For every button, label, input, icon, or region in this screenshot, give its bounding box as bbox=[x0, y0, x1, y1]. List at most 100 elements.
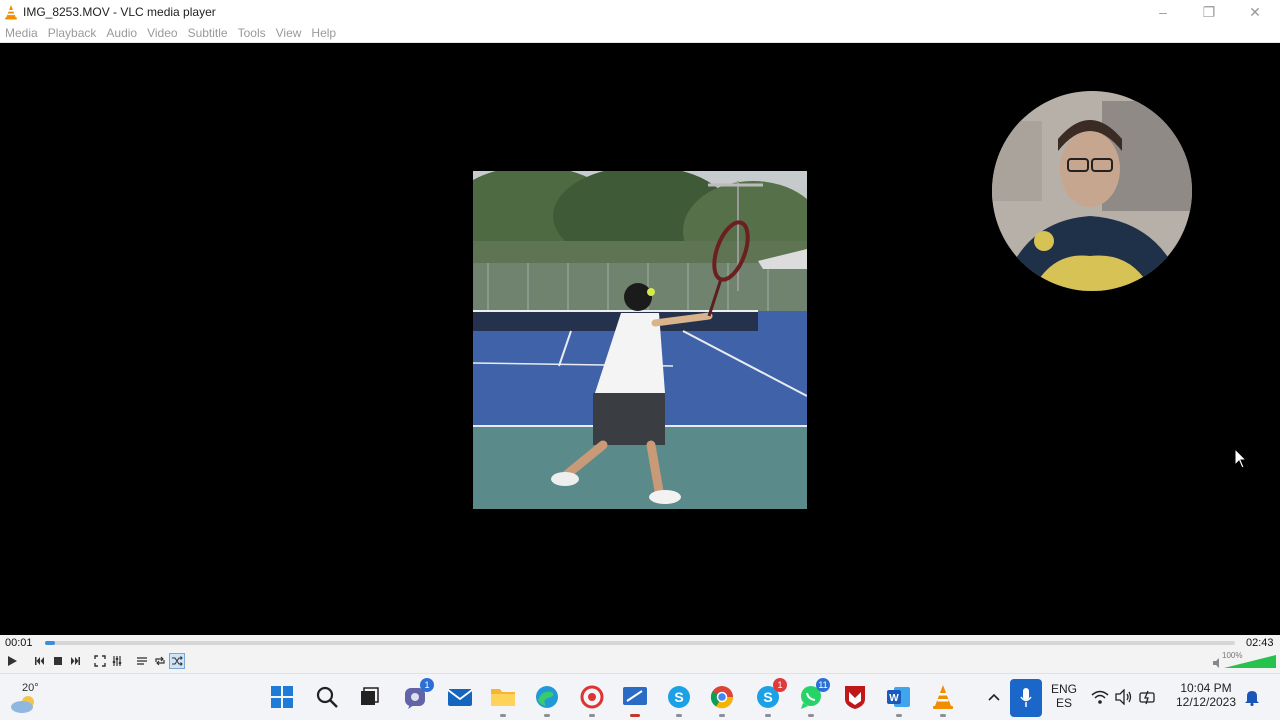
close-button[interactable]: ✕ bbox=[1232, 0, 1278, 24]
seek-slider[interactable] bbox=[45, 641, 1235, 645]
screen-recorder-button[interactable] bbox=[578, 683, 606, 717]
vlc-icon bbox=[933, 685, 953, 709]
start-button[interactable] bbox=[268, 683, 296, 711]
skype-badge: 1 bbox=[773, 678, 787, 692]
bell-icon bbox=[1245, 691, 1259, 706]
menu-view[interactable]: View bbox=[271, 26, 307, 40]
teams-button[interactable]: 1 bbox=[401, 678, 434, 711]
extended-settings-icon bbox=[112, 656, 122, 666]
playlist-icon bbox=[137, 657, 147, 665]
volume-wedge bbox=[1224, 655, 1276, 668]
show-hidden-icons-button[interactable] bbox=[980, 683, 1008, 711]
menu-subtitle[interactable]: Subtitle bbox=[183, 26, 233, 40]
window-title: IMG_8253.MOV - VLC media player bbox=[23, 5, 216, 19]
chrome-icon bbox=[710, 686, 734, 709]
svg-text:S: S bbox=[674, 689, 683, 705]
file-explorer-button[interactable] bbox=[489, 683, 517, 717]
menu-playback[interactable]: Playback bbox=[43, 26, 102, 40]
total-time: 02:43 bbox=[1246, 637, 1274, 649]
skype-icon: S bbox=[668, 686, 690, 708]
mcafee-icon bbox=[845, 686, 865, 709]
minimize-button[interactable]: – bbox=[1140, 0, 1186, 24]
video-output[interactable] bbox=[0, 43, 1280, 635]
menu-bar: Media Playback Audio Video Subtitle Tool… bbox=[0, 24, 1280, 43]
active-indicator bbox=[630, 714, 640, 717]
menu-video[interactable]: Video bbox=[142, 26, 182, 40]
menu-audio[interactable]: Audio bbox=[101, 26, 142, 40]
playlist-button[interactable] bbox=[134, 653, 150, 669]
running-indicator bbox=[896, 714, 902, 717]
skype-button[interactable]: S bbox=[665, 683, 693, 717]
windows-logo-icon bbox=[271, 686, 293, 708]
input-language[interactable]: ENG ES bbox=[1050, 682, 1078, 710]
windows-taskbar: 20° 1 S S 1 11 W ENG ES 10:04 PM 12/12/2… bbox=[0, 673, 1280, 720]
task-view-button[interactable] bbox=[355, 683, 383, 711]
shuffle-button[interactable] bbox=[169, 653, 185, 669]
volume-slider[interactable]: 100% bbox=[1212, 651, 1276, 669]
mail-button[interactable] bbox=[446, 683, 474, 711]
volume-tray-button[interactable] bbox=[1112, 683, 1136, 711]
svg-text:W: W bbox=[889, 693, 899, 704]
skype-button-2[interactable]: S 1 bbox=[754, 678, 787, 717]
cloud-sun-icon bbox=[11, 696, 34, 713]
mcafee-button[interactable] bbox=[841, 683, 869, 711]
previous-button[interactable] bbox=[32, 653, 48, 669]
video-frame-tennis bbox=[473, 171, 807, 509]
fullscreen-icon bbox=[94, 655, 106, 667]
whatsapp-badge: 11 bbox=[816, 678, 830, 692]
fullscreen-button[interactable] bbox=[92, 653, 108, 669]
running-indicator bbox=[544, 714, 550, 717]
stop-button[interactable] bbox=[50, 653, 66, 669]
chevron-up-icon bbox=[988, 693, 1000, 701]
edge-icon bbox=[536, 686, 558, 708]
word-button[interactable]: W bbox=[885, 683, 913, 717]
vlc-desktop: IMG_8253.MOV - VLC media player – ❐ ✕ Me… bbox=[0, 0, 1280, 720]
battery-button[interactable] bbox=[1136, 683, 1160, 711]
svg-text:S: S bbox=[763, 689, 772, 705]
player-controls: 00:01 02:43 100% bbox=[0, 635, 1280, 673]
maximize-button[interactable]: ❐ bbox=[1186, 0, 1232, 24]
stop-icon bbox=[54, 657, 62, 665]
chrome-button[interactable] bbox=[708, 683, 736, 717]
running-indicator bbox=[765, 714, 771, 717]
webcam-overlay[interactable] bbox=[992, 91, 1192, 291]
play-button[interactable] bbox=[4, 653, 20, 669]
elapsed-time: 00:01 bbox=[5, 637, 33, 649]
running-indicator bbox=[719, 714, 725, 717]
menu-help[interactable]: Help bbox=[306, 26, 341, 40]
word-icon: W bbox=[887, 687, 910, 707]
weather-temperature: 20° bbox=[22, 682, 39, 694]
search-button[interactable] bbox=[313, 683, 341, 711]
webcam-person-image bbox=[992, 91, 1192, 291]
weather-widget[interactable]: 20° bbox=[10, 680, 40, 714]
menu-tools[interactable]: Tools bbox=[233, 26, 271, 40]
running-indicator bbox=[940, 714, 946, 717]
microphone-button[interactable] bbox=[1010, 679, 1042, 717]
snipping-icon bbox=[623, 687, 647, 705]
teams-badge: 1 bbox=[420, 678, 434, 692]
speaker-icon[interactable] bbox=[1212, 657, 1222, 669]
play-icon bbox=[8, 656, 17, 666]
clock-time: 10:04 PM bbox=[1180, 681, 1232, 695]
running-indicator bbox=[500, 714, 506, 717]
loop-button[interactable] bbox=[152, 653, 168, 669]
previous-icon bbox=[35, 657, 44, 665]
running-indicator bbox=[676, 714, 682, 717]
running-indicator bbox=[589, 714, 595, 717]
wifi-button[interactable] bbox=[1088, 683, 1112, 711]
mail-icon bbox=[447, 689, 473, 706]
next-button[interactable] bbox=[67, 653, 83, 669]
edge-button[interactable] bbox=[533, 683, 561, 717]
vlc-button[interactable] bbox=[929, 683, 957, 717]
shuffle-icon bbox=[172, 656, 183, 666]
snipping-tool-button[interactable] bbox=[621, 683, 649, 717]
tennis-scene-image bbox=[473, 171, 807, 509]
notifications-button[interactable] bbox=[1240, 683, 1264, 711]
wifi-icon bbox=[1091, 690, 1109, 704]
clock[interactable]: 10:04 PM 12/12/2023 bbox=[1170, 681, 1242, 709]
keyboard-layout: ES bbox=[1055, 696, 1072, 710]
extended-settings-button[interactable] bbox=[109, 653, 125, 669]
battery-charging-icon bbox=[1139, 690, 1155, 705]
whatsapp-button[interactable]: 11 bbox=[797, 678, 830, 717]
menu-media[interactable]: Media bbox=[0, 26, 43, 40]
